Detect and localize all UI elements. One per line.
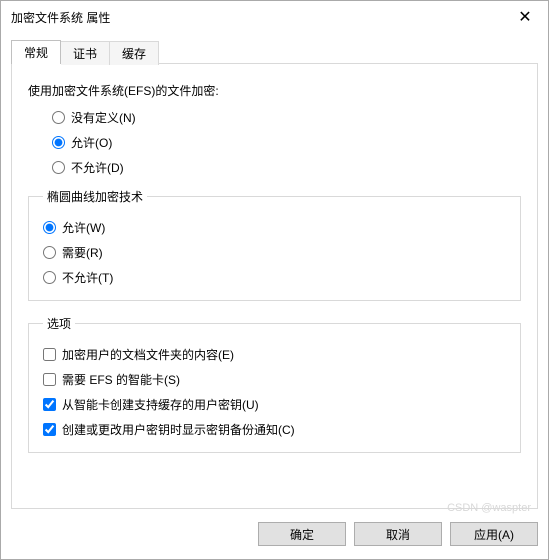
efs-radio-group: 没有定义(N) 允许(O) 不允许(D) [52,109,521,176]
tab-label: 缓存 [122,47,146,61]
ecc-option-allow[interactable]: 允许(W) [43,219,506,236]
radio-label: 允许(W) [62,219,105,236]
checkbox-label: 创建或更改用户密钥时显示密钥备份通知(C) [62,421,295,438]
tab-label: 常规 [24,46,48,60]
efs-option-undefined[interactable]: 没有定义(N) [52,109,521,126]
efs-heading: 使用加密文件系统(EFS)的文件加密: [28,82,521,99]
tab-strip: 常规 证书 缓存 [11,40,538,64]
close-icon: ✕ [518,7,531,27]
checkbox-label: 需要 EFS 的智能卡(S) [62,371,180,388]
ecc-legend: 椭圆曲线加密技术 [43,188,147,205]
radio-label: 需要(R) [62,244,103,261]
window-title: 加密文件系统 属性 [11,9,502,26]
checkbox-label: 加密用户的文档文件夹的内容(E) [62,346,234,363]
checkbox-input[interactable] [43,398,56,411]
titlebar: 加密文件系统 属性 ✕ [1,1,548,33]
radio-input[interactable] [52,161,65,174]
tab-cache[interactable]: 缓存 [110,41,159,65]
options-group: 选项 加密用户的文档文件夹的内容(E) 需要 EFS 的智能卡(S) 从智能卡创… [28,315,521,453]
tab-certificate[interactable]: 证书 [61,41,110,65]
radio-input[interactable] [52,111,65,124]
options-legend: 选项 [43,315,75,332]
radio-input[interactable] [43,246,56,259]
checkbox-input[interactable] [43,373,56,386]
efs-option-deny[interactable]: 不允许(D) [52,159,521,176]
apply-button[interactable]: 应用(A) [450,522,538,546]
radio-label: 没有定义(N) [71,109,136,126]
radio-input[interactable] [43,221,56,234]
dialog-window: 加密文件系统 属性 ✕ 常规 证书 缓存 使用加密文件系统(EFS)的文件加密:… [0,0,549,560]
ecc-group: 椭圆曲线加密技术 允许(W) 需要(R) 不允许(T) [28,188,521,301]
efs-option-allow[interactable]: 允许(O) [52,134,521,151]
tab-label: 证书 [73,47,97,61]
option-cache-key[interactable]: 从智能卡创建支持缓存的用户密钥(U) [43,396,506,413]
dialog-footer: 确定 取消 应用(A) [1,509,548,559]
checkbox-label: 从智能卡创建支持缓存的用户密钥(U) [62,396,259,413]
content-area: 常规 证书 缓存 使用加密文件系统(EFS)的文件加密: 没有定义(N) 允许(… [1,33,548,509]
cancel-button[interactable]: 取消 [354,522,442,546]
radio-label: 不允许(T) [62,269,113,286]
tab-general[interactable]: 常规 [11,40,61,64]
option-backup-notify[interactable]: 创建或更改用户密钥时显示密钥备份通知(C) [43,421,506,438]
checkbox-input[interactable] [43,423,56,436]
radio-label: 不允许(D) [71,159,124,176]
radio-input[interactable] [43,271,56,284]
ok-button[interactable]: 确定 [258,522,346,546]
tab-panel-general: 使用加密文件系统(EFS)的文件加密: 没有定义(N) 允许(O) 不允许(D)… [11,63,538,509]
ecc-option-deny[interactable]: 不允许(T) [43,269,506,286]
option-encrypt-docs[interactable]: 加密用户的文档文件夹的内容(E) [43,346,506,363]
option-require-smartcard[interactable]: 需要 EFS 的智能卡(S) [43,371,506,388]
radio-input[interactable] [52,136,65,149]
ecc-option-require[interactable]: 需要(R) [43,244,506,261]
close-button[interactable]: ✕ [502,1,548,33]
checkbox-input[interactable] [43,348,56,361]
radio-label: 允许(O) [71,134,112,151]
